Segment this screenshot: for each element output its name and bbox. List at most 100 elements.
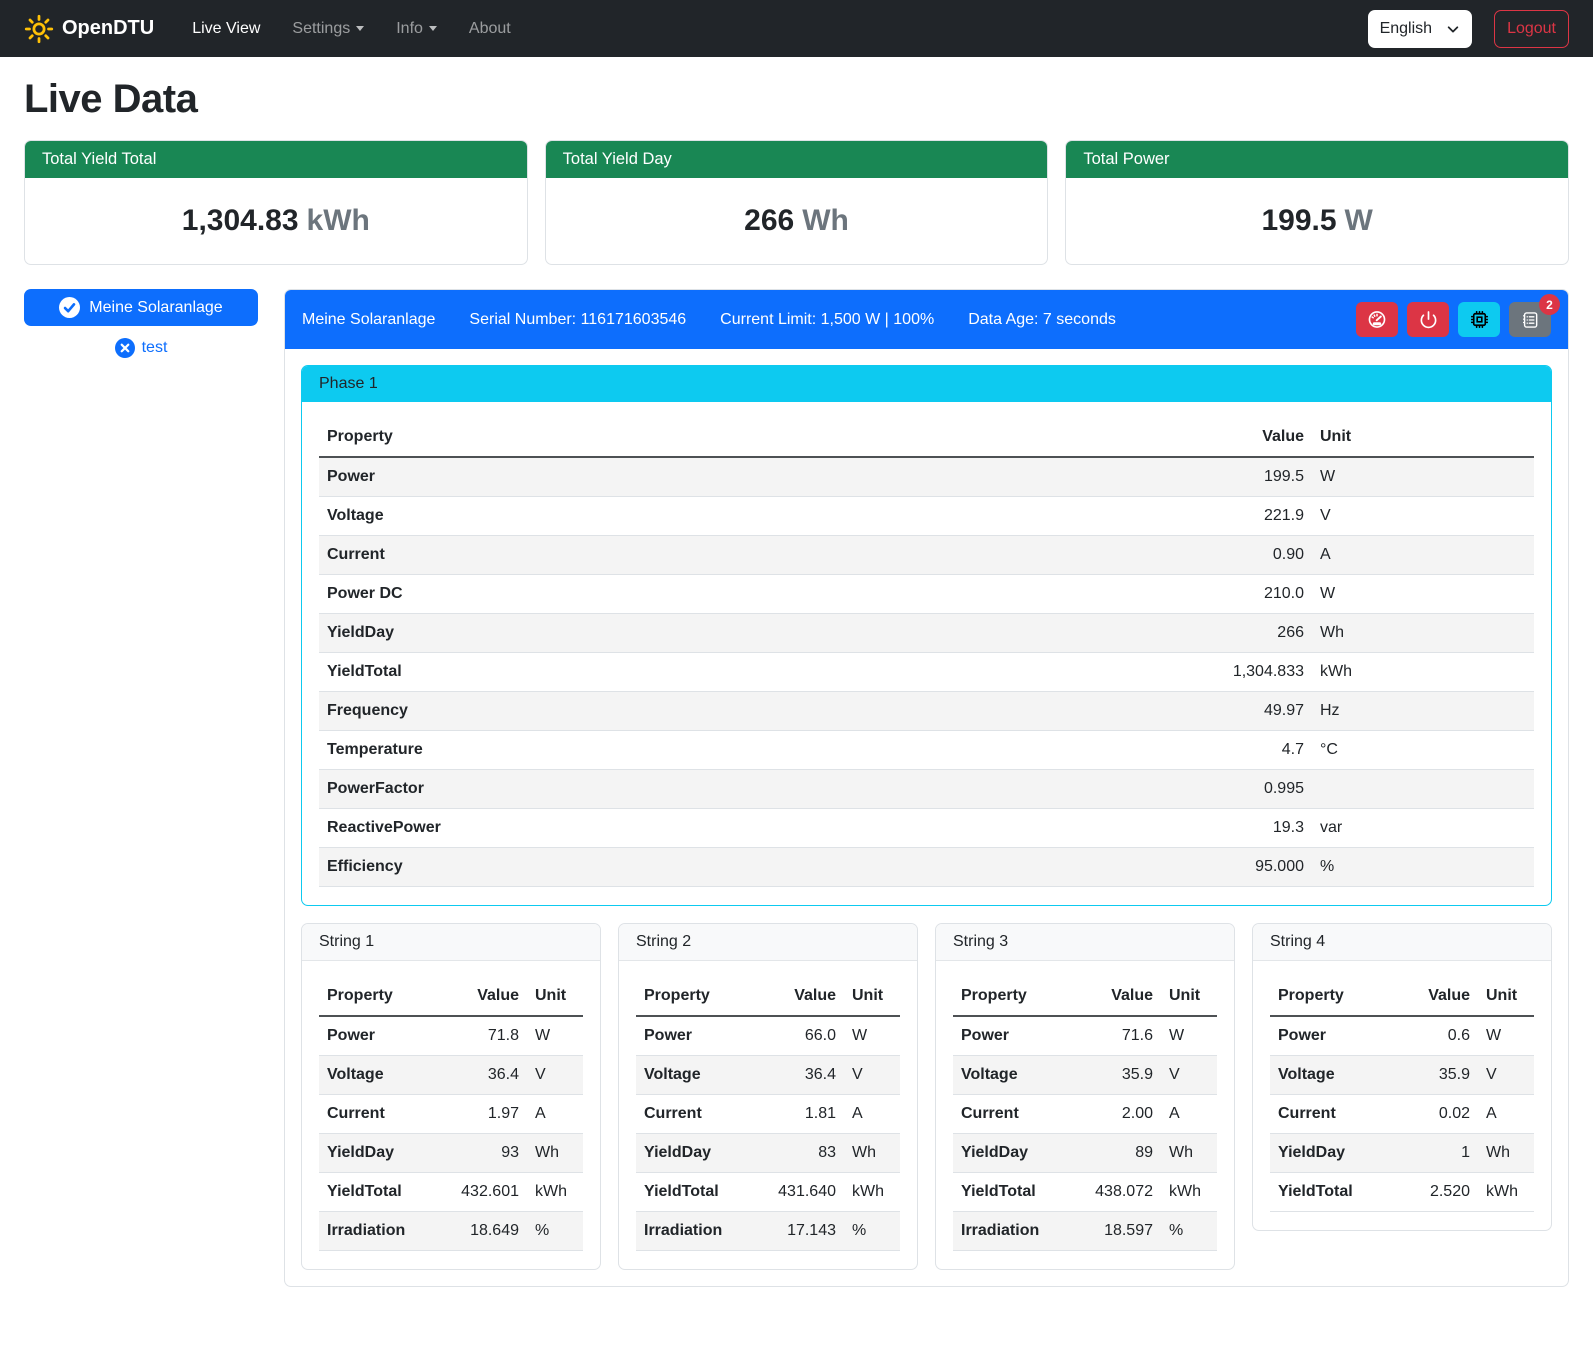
value-cell: 1,304.833	[1192, 653, 1312, 692]
card-header: Total Yield Day	[546, 141, 1048, 178]
check-circle-icon	[59, 297, 80, 318]
value-cell: 432.601	[435, 1173, 527, 1212]
property-cell: Power	[1270, 1016, 1386, 1056]
inverter-name: Meine Solaranlage	[302, 311, 435, 329]
total-yield-total-value: 1,304.83	[182, 204, 299, 237]
total-yield-total-unit: kWh	[307, 204, 370, 237]
column-header-unit: Unit	[1161, 977, 1217, 1016]
property-cell: Efficiency	[319, 848, 1192, 887]
language-select[interactable]: English	[1368, 10, 1472, 48]
brand[interactable]: OpenDTU	[24, 14, 154, 44]
table-row: Irradiation18.597%	[953, 1212, 1217, 1251]
string-1-body: Property Value Unit Power71.8WVoltage36.…	[302, 961, 600, 1269]
table-row: Current1.97A	[319, 1095, 583, 1134]
value-cell: 1	[1386, 1134, 1478, 1173]
table-row: Power71.8W	[319, 1016, 583, 1056]
unit-cell: V	[527, 1056, 583, 1095]
inverter-card-body: Phase 1 Property Value Unit Power199.5WV…	[285, 349, 1568, 1286]
unit-cell: W	[1312, 457, 1534, 497]
string-3-table: Property Value Unit Power71.6WVoltage35.…	[953, 977, 1217, 1251]
chevron-down-icon	[429, 26, 437, 31]
unit-cell: °C	[1312, 731, 1534, 770]
value-cell: 2.00	[1069, 1095, 1161, 1134]
property-cell: YieldTotal	[319, 653, 1192, 692]
property-cell: Irradiation	[636, 1212, 752, 1251]
power-button[interactable]	[1407, 302, 1449, 337]
cpu-icon	[1468, 308, 1491, 331]
card-body: 199.5 W	[1066, 178, 1568, 264]
string-3-card: String 3 Property Value Unit	[935, 923, 1235, 1270]
sidebar-item-label: Meine Solaranlage	[89, 299, 222, 317]
logout-button[interactable]: Logout	[1494, 10, 1569, 48]
property-cell: YieldTotal	[319, 1173, 435, 1212]
nav-info[interactable]: Info	[384, 12, 449, 46]
sidebar-item-test[interactable]: test	[24, 338, 258, 358]
unit-cell: W	[1161, 1016, 1217, 1056]
unit-cell: kWh	[844, 1173, 900, 1212]
property-cell: Frequency	[319, 692, 1192, 731]
property-cell: YieldDay	[953, 1134, 1069, 1173]
table-row: Voltage35.9V	[1270, 1056, 1534, 1095]
unit-cell	[1312, 770, 1534, 809]
property-cell: Current	[319, 1095, 435, 1134]
table-row: Voltage36.4V	[636, 1056, 900, 1095]
table-row: Current2.00A	[953, 1095, 1217, 1134]
value-cell: 431.640	[752, 1173, 844, 1212]
nav-about-label: About	[469, 20, 511, 38]
string-1-card: String 1 Property Value Unit	[301, 923, 601, 1270]
nav-live-view[interactable]: Live View	[180, 12, 272, 46]
inverter-card: Meine Solaranlage Serial Number: 1161716…	[284, 289, 1569, 1287]
unit-cell: kWh	[1478, 1173, 1534, 1212]
inverter-sidebar: Meine Solaranlage test	[24, 289, 258, 358]
limit-settings-button[interactable]	[1356, 302, 1398, 337]
property-cell: Power DC	[319, 575, 1192, 614]
total-power-unit: W	[1345, 204, 1373, 237]
table-header-row: Property Value Unit	[1270, 977, 1534, 1016]
chevron-down-icon	[1446, 22, 1460, 36]
column-header-property: Property	[319, 418, 1192, 457]
table-row: Frequency49.97Hz	[319, 692, 1534, 731]
string-2-header: String 2	[619, 924, 917, 961]
string-1-header: String 1	[302, 924, 600, 961]
property-cell: ReactivePower	[319, 809, 1192, 848]
value-cell: 83	[752, 1134, 844, 1173]
unit-cell: kWh	[1312, 653, 1534, 692]
total-power-value: 199.5	[1261, 204, 1336, 237]
value-cell: 19.3	[1192, 809, 1312, 848]
unit-cell: Hz	[1312, 692, 1534, 731]
value-cell: 2.520	[1386, 1173, 1478, 1212]
nav-about[interactable]: About	[457, 12, 523, 46]
sidebar-item-label: test	[142, 339, 168, 357]
unit-cell: Wh	[1312, 614, 1534, 653]
table-row: Power66.0W	[636, 1016, 900, 1056]
table-row: Voltage35.9V	[953, 1056, 1217, 1095]
power-icon	[1419, 310, 1438, 329]
card-body: 1,304.83kWh	[25, 178, 527, 264]
property-cell: Irradiation	[953, 1212, 1069, 1251]
property-cell: Power	[636, 1016, 752, 1056]
value-cell: 89	[1069, 1134, 1161, 1173]
table-row: YieldDay83Wh	[636, 1134, 900, 1173]
nav-settings[interactable]: Settings	[280, 12, 376, 46]
table-row: Irradiation17.143%	[636, 1212, 900, 1251]
value-cell: 35.9	[1069, 1056, 1161, 1095]
total-yield-day-card: Total Yield Day 266Wh	[545, 140, 1049, 265]
column-header-value: Value	[1386, 977, 1478, 1016]
value-cell: 93	[435, 1134, 527, 1173]
table-row: YieldTotal438.072kWh	[953, 1173, 1217, 1212]
device-info-button[interactable]	[1458, 302, 1500, 337]
unit-cell: %	[527, 1212, 583, 1251]
property-cell: Power	[319, 457, 1192, 497]
unit-cell: kWh	[527, 1173, 583, 1212]
value-cell: 35.9	[1386, 1056, 1478, 1095]
event-log-button[interactable]: 2	[1509, 302, 1551, 337]
table-row: Power0.6W	[1270, 1016, 1534, 1056]
value-cell: 17.143	[752, 1212, 844, 1251]
strings-row: String 1 Property Value Unit	[301, 923, 1552, 1270]
value-cell: 210.0	[1192, 575, 1312, 614]
value-cell: 18.597	[1069, 1212, 1161, 1251]
main-content: Live Data Total Yield Total 1,304.83kWh …	[0, 57, 1593, 1299]
unit-cell: A	[1161, 1095, 1217, 1134]
table-header-row: Property Value Unit	[953, 977, 1217, 1016]
sidebar-item-meine-solaranlage[interactable]: Meine Solaranlage	[24, 289, 258, 326]
